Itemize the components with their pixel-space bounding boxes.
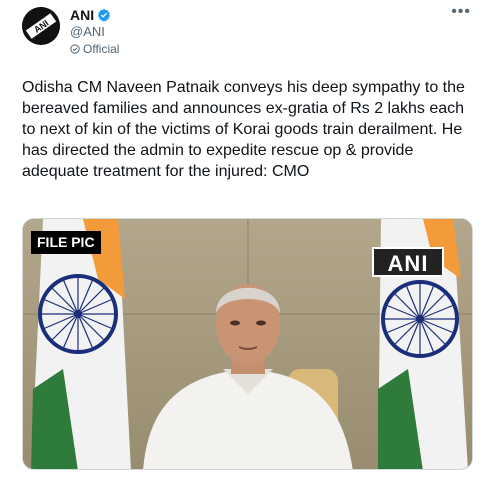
tweet-text: Odisha CM Naveen Patnaik conveys his dee…: [22, 79, 465, 180]
verified-badge-icon: [97, 8, 111, 22]
official-text: Official: [83, 42, 120, 56]
tweet-media[interactable]: FILE PIC ANI: [22, 218, 473, 470]
author-avatar[interactable]: ANI: [22, 7, 60, 45]
author-handle[interactable]: @ANI: [70, 24, 105, 40]
official-label: Official: [70, 42, 119, 56]
author-name[interactable]: ANI: [70, 7, 94, 24]
ani-watermark-logo: ANI: [372, 247, 444, 277]
ani-logo-avatar-icon: ANI: [22, 7, 60, 45]
flag-left: [31, 219, 131, 469]
official-badge-icon: [70, 44, 80, 54]
more-options-icon[interactable]: •••: [451, 4, 471, 20]
tweet-card: ANI ANI @ANI Official ••• Odisha CM Nave…: [0, 0, 485, 481]
file-pic-label: FILE PIC: [31, 231, 101, 254]
